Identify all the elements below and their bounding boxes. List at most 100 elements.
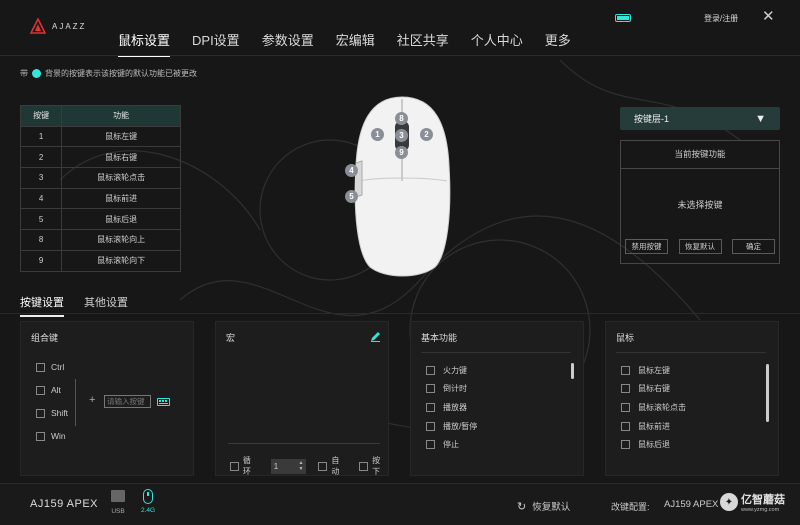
table-row[interactable]: 4 鼠标前进 <box>19 187 181 210</box>
usb-indicator[interactable]: USB <box>110 490 126 515</box>
layer-value: 按键层-1 <box>634 114 670 124</box>
loop-count-stepper[interactable]: 1 ▲ ▼ <box>270 458 307 474</box>
config-label: 改键配置: <box>611 502 650 512</box>
key-table-header: 按键 功能 <box>19 105 181 127</box>
mouse-badge-5[interactable]: 5 <box>345 190 358 203</box>
list-item[interactable]: 鼠标后退 <box>621 439 670 450</box>
mouse-funcs-title: 鼠标 <box>616 333 635 343</box>
restore-default-link[interactable]: ↻ 恢复默认 <box>517 499 570 514</box>
list-item[interactable]: 播放/暂停 <box>426 421 477 432</box>
checkbox[interactable] <box>36 362 45 372</box>
confirm-button[interactable]: 确定 <box>732 239 775 254</box>
layer-dropdown[interactable]: 按键层-1 ▼ <box>620 107 780 130</box>
watermark-text: 亿智蘑菇 <box>741 494 785 506</box>
list-item[interactable]: 播放器 <box>426 402 467 413</box>
ajazz-logo-icon <box>30 18 46 34</box>
list-item[interactable]: 鼠标前进 <box>621 421 670 432</box>
key-cell: 2 <box>19 146 63 169</box>
mouse-function-panel: 鼠标 鼠标左键 鼠标右键 鼠标滚轮点击 鼠标前进 鼠标后退 <box>605 321 779 476</box>
refresh-icon: ↻ <box>517 500 527 513</box>
checkbox[interactable] <box>426 384 435 393</box>
key-cell: 4 <box>19 187 63 210</box>
table-row[interactable]: 2 鼠标右键 <box>19 146 181 169</box>
table-row[interactable]: 5 鼠标后退 <box>19 208 181 231</box>
mouse-badge-1[interactable]: 1 <box>371 128 384 141</box>
tab-mouse-settings[interactable]: 鼠标设置 <box>118 30 171 57</box>
wireless-indicator[interactable]: 2.4G <box>139 489 157 514</box>
watermark-logo-icon: ✦ <box>720 493 738 511</box>
mouse-item-label: 鼠标前进 <box>638 422 670 431</box>
basic-item-label: 播放/暂停 <box>443 422 478 431</box>
plus-sign: + <box>89 394 96 406</box>
mouse-badge-4[interactable]: 4 <box>345 164 358 177</box>
mouse-badge-8[interactable]: 8 <box>395 112 408 125</box>
loop-checkbox[interactable] <box>230 461 239 471</box>
tab-params[interactable]: 参数设置 <box>262 30 314 57</box>
combo-alt[interactable]: Alt <box>36 385 61 395</box>
basic-title: 基本功能 <box>421 333 458 343</box>
auto-checkbox[interactable] <box>318 461 328 471</box>
watermark: ✦ 亿智蘑菇 www.yzmg.com <box>720 491 785 513</box>
table-row[interactable]: 1 鼠标左键 <box>19 125 181 148</box>
list-item[interactable]: 鼠标左键 <box>621 365 670 376</box>
combo-win[interactable]: Win <box>36 431 66 441</box>
mouse-badge-3[interactable]: 3 <box>395 129 408 142</box>
list-item[interactable]: 鼠标滚轮点击 <box>621 402 686 413</box>
checkbox[interactable] <box>36 408 45 418</box>
main-nav: 鼠标设置 DPI设置 参数设置 宏编辑 社区共享 个人中心 更多 <box>118 30 571 57</box>
checkbox[interactable] <box>426 366 435 375</box>
table-row[interactable]: 9 鼠标滚轮向下 <box>19 249 181 272</box>
checkbox[interactable] <box>621 440 630 449</box>
mouse-badge-9[interactable]: 9 <box>395 146 408 159</box>
subtab-divider <box>0 313 800 314</box>
hint-body: 背景的按键表示该按键的默认功能已被更改 <box>45 69 197 78</box>
tab-profile[interactable]: 个人中心 <box>471 30 523 57</box>
close-icon[interactable]: ✕ <box>762 9 775 24</box>
keyboard-icon[interactable] <box>157 398 170 406</box>
current-function-empty: 未选择按键 <box>677 199 723 210</box>
list-item[interactable]: 鼠标右键 <box>621 383 670 394</box>
key-table: 按键 功能 1 鼠标左键 2 鼠标右键 3 鼠标滚轮点击 4 鼠标前进 5 鼠标后退 8鼠… <box>19 105 181 272</box>
tab-macro[interactable]: 宏编辑 <box>336 30 375 57</box>
checkbox[interactable] <box>621 384 630 393</box>
basic-item-label: 倒计时 <box>443 384 467 393</box>
basic-item-label: 停止 <box>443 440 459 449</box>
table-row[interactable]: 8 鼠标滚轮向上 <box>19 229 181 251</box>
checkbox[interactable] <box>621 403 630 412</box>
checkbox[interactable] <box>36 431 45 441</box>
hint-prefix: 带 <box>20 69 28 78</box>
mouse-badge-2[interactable]: 2 <box>420 128 433 141</box>
key-cell: 5 <box>19 208 63 231</box>
table-row[interactable]: 3 鼠标滚轮点击 <box>19 167 181 189</box>
macro-divider <box>228 443 380 444</box>
press-checkbox[interactable] <box>359 461 369 471</box>
checkbox[interactable] <box>426 440 435 449</box>
mouse-funcs-scrollbar[interactable] <box>766 364 769 422</box>
checkbox[interactable] <box>36 385 45 395</box>
checkbox[interactable] <box>426 403 435 412</box>
brand-logo: AJAZZ <box>30 18 86 34</box>
checkbox[interactable] <box>621 422 630 431</box>
tab-more[interactable]: 更多 <box>545 30 571 57</box>
tab-dpi[interactable]: DPI设置 <box>192 30 240 57</box>
list-item[interactable]: 倒计时 <box>426 383 467 394</box>
pencil-icon[interactable] <box>370 331 381 342</box>
login-link[interactable]: 登录/注册 <box>704 13 738 24</box>
list-item[interactable]: 停止 <box>426 439 459 450</box>
func-cell: 鼠标滚轮向下 <box>61 249 181 272</box>
config-value[interactable]: AJ159 APEX <box>664 499 718 510</box>
combo-shift[interactable]: Shift <box>36 408 68 418</box>
list-item[interactable]: 火力键 <box>426 365 467 376</box>
mouse-item-label: 鼠标左键 <box>638 366 670 375</box>
tab-community[interactable]: 社区共享 <box>397 30 449 57</box>
combo-ctrl[interactable]: Ctrl <box>36 362 64 372</box>
restore-default-button[interactable]: 恢复默认 <box>678 239 722 254</box>
stepper-arrows-icon[interactable]: ▲ ▼ <box>299 460 304 472</box>
accent-dot-icon <box>32 69 41 78</box>
checkbox[interactable] <box>621 366 630 375</box>
basic-scrollbar[interactable] <box>571 363 574 379</box>
disable-key-button[interactable]: 禁用按键 <box>625 239 668 254</box>
battery-icon <box>615 14 631 22</box>
checkbox[interactable] <box>426 422 435 431</box>
key-input[interactable] <box>104 395 151 408</box>
